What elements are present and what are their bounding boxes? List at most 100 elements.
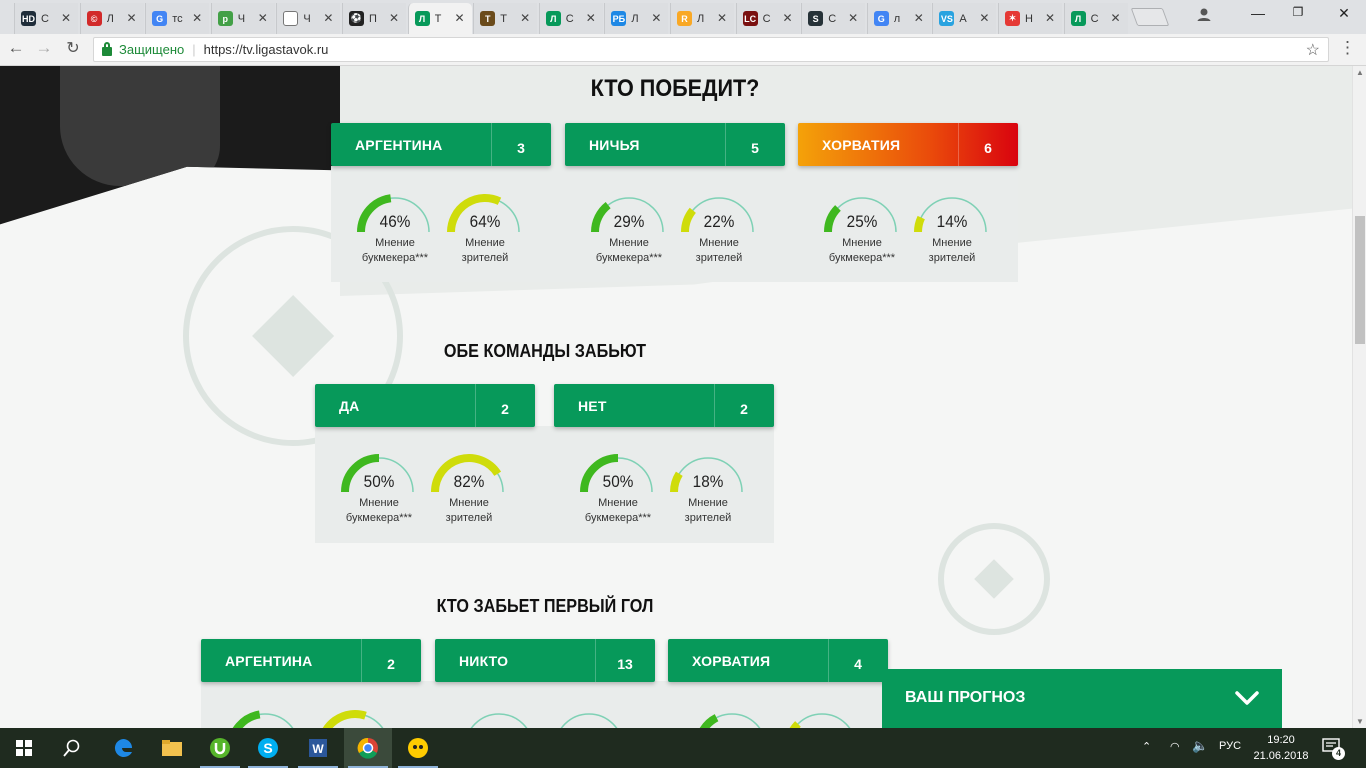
volume-icon[interactable]: 🔈 — [1192, 738, 1208, 754]
taskbar-search-button[interactable] — [48, 728, 96, 768]
section-title-first-goal: КТО ЗАБЬЕТ ПЕРВЫЙ ГОЛ — [436, 596, 654, 616]
tab-title: А — [959, 12, 967, 25]
taskbar-file-explorer[interactable] — [148, 728, 196, 768]
lock-icon — [102, 42, 112, 56]
language-indicator[interactable]: РУС — [1219, 740, 1241, 752]
bet-option-label: ХОРВАТИЯ — [692, 653, 771, 669]
profile-icon[interactable] — [1196, 6, 1212, 22]
tab-close-icon[interactable]: ✕ — [455, 11, 465, 25]
network-wifi-icon[interactable]: ◠ — [1170, 740, 1180, 753]
bookmaker-opinion-gauge — [220, 706, 310, 728]
tab-close-icon[interactable]: ✕ — [127, 11, 137, 25]
bet-option-button[interactable]: АРГЕНТИНА 2 — [201, 639, 421, 682]
svg-text:S: S — [263, 740, 272, 756]
minimize-button[interactable]: — — [1248, 5, 1268, 21]
scrollbar-thumb[interactable] — [1355, 216, 1365, 344]
leaf-icon: р — [217, 11, 233, 26]
browser-tab[interactable]: Ч ✕ — [276, 3, 341, 34]
bet-option-button[interactable]: АРГЕНТИНА 3 — [331, 123, 551, 166]
scroll-down-arrow-icon[interactable]: ▼ — [1356, 717, 1364, 726]
browser-tab[interactable]: T Т ✕ — [473, 3, 538, 34]
url-text[interactable]: https://tv.ligastavok.ru — [204, 42, 329, 57]
address-bar[interactable]: Защищено | https://tv.ligastavok.ru ☆ — [93, 37, 1329, 62]
bet-option-count: 3 — [517, 140, 525, 156]
viewers-opinion-gauge-arc — [789, 713, 851, 728]
browser-tab[interactable]: Gл ✕ — [866, 3, 931, 34]
reload-button[interactable]: ↻ — [62, 38, 84, 58]
browser-tab[interactable]: ⚽ П ✕ — [342, 3, 406, 34]
browser-tab[interactable]: Л С ✕ — [1063, 3, 1128, 34]
browser-tab[interactable]: HD С ✕ — [14, 3, 78, 34]
tab-close-icon[interactable]: ✕ — [192, 11, 202, 25]
browser-tab[interactable]: Л Т ✕ — [407, 3, 472, 34]
tab-close-icon[interactable]: ✕ — [979, 11, 989, 25]
taskbar-clock[interactable]: 19:20 21.06.2018 — [1253, 732, 1309, 764]
tab-title: Ч — [303, 12, 311, 25]
tab-close-icon[interactable]: ✕ — [323, 11, 333, 25]
bet-option-button[interactable]: НИЧЬЯ 5 — [565, 123, 785, 166]
taskbar-word[interactable]: W — [294, 728, 342, 768]
tab-close-icon[interactable]: ✕ — [61, 11, 71, 25]
tab-close-icon[interactable]: ✕ — [586, 11, 596, 25]
bet-option-button[interactable]: ХОРВАТИЯ 6 — [798, 123, 1018, 166]
bet-option-button[interactable]: ДА 2 — [315, 384, 535, 427]
tab-title: С — [762, 12, 771, 25]
scroll-up-arrow-icon[interactable]: ▲ — [1356, 68, 1364, 77]
browser-tab[interactable]: VS А ✕ — [932, 3, 997, 34]
page-scrollbar[interactable]: ▲ ▼ — [1352, 66, 1366, 728]
caption-line: зрителей — [445, 512, 493, 524]
new-tab-button[interactable] — [1130, 8, 1170, 26]
bet-option-label: ДА — [339, 398, 360, 414]
chevron-down-icon[interactable] — [1234, 685, 1260, 711]
tab-close-icon[interactable]: ✕ — [258, 11, 268, 25]
bet-option-button[interactable]: НЕТ 2 — [554, 384, 774, 427]
bookmaker-opinion-gauge: 50% Мнение букмекера*** — [573, 450, 663, 535]
bookmaker-opinion-gauge-arc — [699, 713, 761, 728]
viewers-opinion-gauge: 64% Мнение зрителей — [440, 190, 530, 275]
bet-option-button[interactable]: НИКТО 13 — [435, 639, 655, 682]
caption-line: Мнение — [465, 237, 505, 249]
browser-tab[interactable]: р Ч ✕ — [210, 3, 275, 34]
caption-line: букмекера*** — [584, 512, 652, 524]
browser-tab[interactable]: LC С ✕ — [735, 3, 800, 34]
browser-tab[interactable]: © Л ✕ — [79, 3, 144, 34]
action-center-button[interactable]: 4 — [1322, 738, 1346, 760]
menu-dots-icon[interactable]: ⋮ — [1339, 38, 1356, 58]
tray-overflow-icon[interactable]: ⌃ — [1142, 740, 1151, 753]
bet-option-button[interactable]: ХОРВАТИЯ 4 — [668, 639, 888, 682]
browser-tab[interactable]: R Л ✕ — [670, 3, 734, 34]
tab-close-icon[interactable]: ✕ — [651, 11, 661, 25]
caption-line: Мнение — [598, 497, 638, 509]
tab-close-icon[interactable]: ✕ — [389, 11, 399, 25]
taskbar-utorrent[interactable] — [196, 728, 244, 768]
back-button[interactable]: ← — [5, 38, 27, 58]
tab-close-icon[interactable]: ✕ — [848, 11, 858, 25]
vs-icon: VS — [939, 11, 955, 26]
tab-title: П — [369, 12, 377, 25]
tab-close-icon[interactable]: ✕ — [1045, 11, 1055, 25]
maximize-button[interactable]: ❐ — [1288, 5, 1308, 19]
bookmaker-opinion-percent: 50% — [363, 472, 395, 491]
tab-close-icon[interactable]: ✕ — [1111, 11, 1121, 25]
viewers-opinion-caption: Мнение зрителей — [674, 236, 764, 266]
browser-tab[interactable]: ✶ Н ✕ — [998, 3, 1062, 34]
taskbar-cyberghost[interactable] — [394, 728, 442, 768]
browser-tab[interactable]: РБ Л ✕ — [604, 3, 669, 34]
browser-toolbar: ← → ↻ Защищено | https://tv.ligastavok.r… — [0, 34, 1366, 66]
taskbar-skype[interactable]: S — [244, 728, 292, 768]
bookmaker-opinion-percent: 29% — [613, 212, 645, 231]
browser-tab[interactable]: S С ✕ — [801, 3, 866, 34]
forward-button[interactable]: → — [33, 38, 55, 58]
tab-close-icon[interactable]: ✕ — [783, 11, 793, 25]
browser-tab[interactable]: Gтс ✕ — [145, 3, 210, 34]
tab-close-icon[interactable]: ✕ — [914, 11, 924, 25]
start-button[interactable] — [0, 728, 48, 768]
your-forecast-panel[interactable]: ВАШ ПРОГНОЗ — [882, 669, 1282, 728]
browser-tab[interactable]: Л С ✕ — [538, 3, 603, 34]
taskbar-chrome[interactable] — [344, 728, 392, 768]
close-window-button[interactable]: ✕ — [1334, 5, 1354, 22]
bookmark-star-icon[interactable]: ☆ — [1306, 40, 1320, 60]
tab-close-icon[interactable]: ✕ — [520, 11, 530, 25]
tab-close-icon[interactable]: ✕ — [717, 11, 727, 25]
taskbar-edge[interactable] — [100, 728, 148, 768]
